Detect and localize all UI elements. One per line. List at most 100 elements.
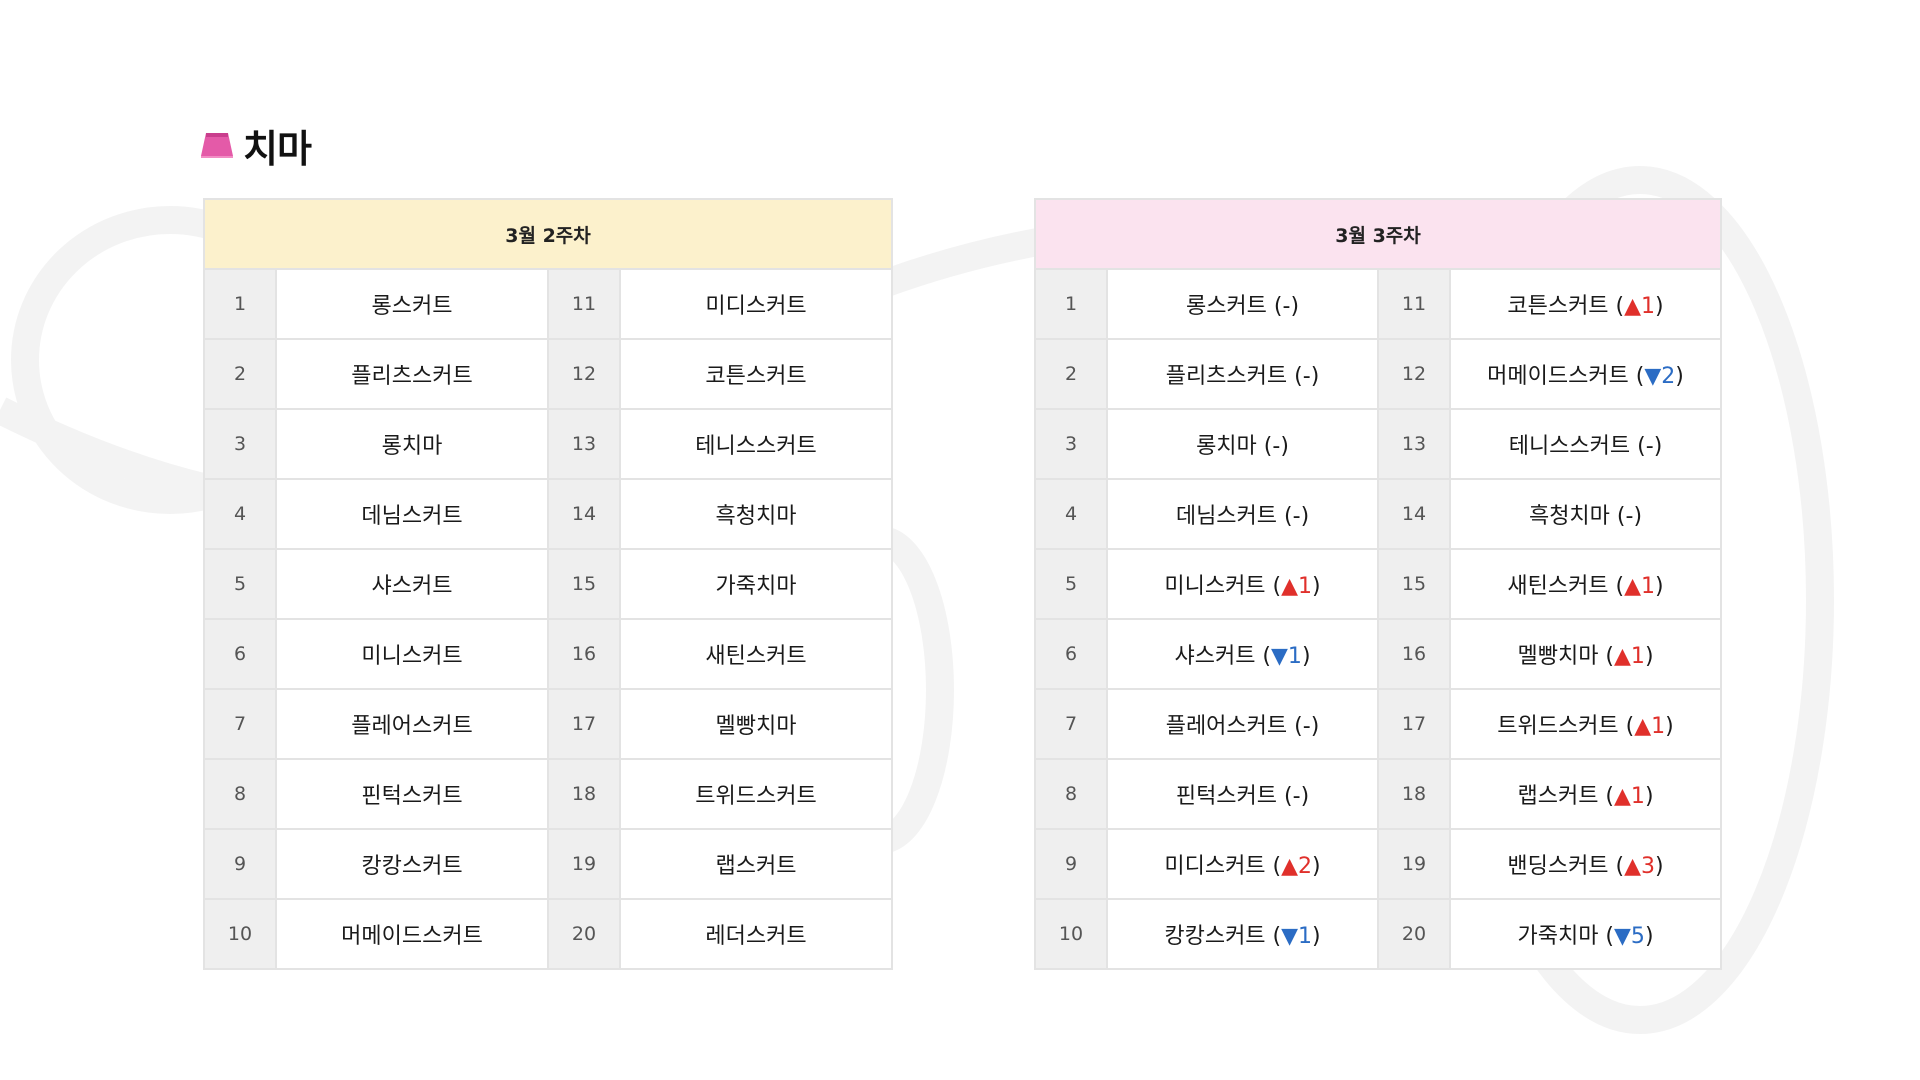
rank-number: 13 xyxy=(547,408,621,480)
item-name: 플리츠스커트 xyxy=(1165,364,1288,389)
item-cell: 핀턱스커트 (-) xyxy=(1106,758,1379,830)
item-name: 롱치마 xyxy=(381,434,443,459)
table-row: 7 플레어스커트 17 멜빵치마 xyxy=(203,688,893,760)
item-cell: 밴딩스커트 (▲3) xyxy=(1449,828,1722,900)
item-cell: 캉캉스커트 (▼1) xyxy=(1106,898,1379,970)
item-cell: 가죽치마 xyxy=(619,548,893,620)
table-row: 1 롱스커트 11 미디스커트 xyxy=(203,268,893,340)
table-row: 3 롱치마 13 테니스스커트 xyxy=(203,408,893,480)
rank-number: 11 xyxy=(1377,268,1451,340)
table-row: 10 캉캉스커트 (▼1) 20 가죽치마 (▼5) xyxy=(1034,898,1722,970)
item-cell: 플리츠스커트 xyxy=(275,338,549,410)
rank-number: 14 xyxy=(1377,478,1451,550)
item-cell: 머메이드스커트 xyxy=(275,898,549,970)
item-name: 새틴스커트 xyxy=(705,644,807,669)
rank-number: 1 xyxy=(1034,268,1108,340)
item-cell: 롱치마 xyxy=(275,408,549,480)
rank-number: 9 xyxy=(1034,828,1108,900)
item-cell: 코튼스커트 xyxy=(619,338,893,410)
table-row: 8 핀턱스커트 (-) 18 랩스커트 (▲1) xyxy=(1034,758,1722,830)
table-row: 3 롱치마 (-) 13 테니스스커트 (-) xyxy=(1034,408,1722,480)
table-row: 7 플레어스커트 (-) 17 트위드스커트 (▲1) xyxy=(1034,688,1722,760)
rank-change: ▲1 xyxy=(1634,714,1666,739)
item-name: 새틴스커트 xyxy=(1507,574,1609,599)
item-name: 코튼스커트 xyxy=(705,364,807,389)
item-name: 캉캉스커트 xyxy=(1164,924,1266,949)
rank-number: 5 xyxy=(1034,548,1108,620)
item-name: 가죽치마 xyxy=(1517,924,1599,949)
item-name: 롱스커트 xyxy=(371,294,453,319)
item-cell: 테니스스커트 (-) xyxy=(1449,408,1722,480)
rank-change: - xyxy=(1302,364,1311,389)
section-title: 치마 xyxy=(199,115,312,175)
rank-number: 3 xyxy=(203,408,277,480)
rank-number: 12 xyxy=(547,338,621,410)
item-name: 미니스커트 xyxy=(1164,574,1266,599)
rank-change: ▲1 xyxy=(1624,294,1656,319)
item-cell: 데님스커트 (-) xyxy=(1106,478,1379,550)
item-cell: 롱스커트 (-) xyxy=(1106,268,1379,340)
section-title-text: 치마 xyxy=(243,126,312,171)
item-cell: 멜빵치마 (▲1) xyxy=(1449,618,1722,690)
item-cell: 샤스커트 xyxy=(275,548,549,620)
table-row: 4 데님스커트 (-) 14 흑청치마 (-) xyxy=(1034,478,1722,550)
item-name: 캉캉스커트 xyxy=(361,854,463,879)
rank-change: - xyxy=(1292,784,1301,809)
rank-change: - xyxy=(1625,504,1634,529)
rank-number: 9 xyxy=(203,828,277,900)
rank-number: 16 xyxy=(547,618,621,690)
item-name: 데님스커트 xyxy=(361,504,463,529)
rank-number: 18 xyxy=(547,758,621,830)
item-cell: 롱치마 (-) xyxy=(1106,408,1379,480)
item-name: 랩스커트 xyxy=(1517,784,1599,809)
rank-change: ▲1 xyxy=(1281,574,1313,599)
item-name: 멜빵치마 xyxy=(715,714,797,739)
rank-number: 6 xyxy=(1034,618,1108,690)
rank-change: - xyxy=(1292,504,1301,529)
item-cell: 레더스커트 xyxy=(619,898,893,970)
item-cell: 새틴스커트 (▲1) xyxy=(1449,548,1722,620)
rank-change: ▲2 xyxy=(1281,854,1313,879)
week2-ranking-table: 3월 3주차 1 롱스커트 (-) 11 코튼스커트 (▲1) 2 플리츠스커트 (-) 1… xyxy=(1034,198,1722,970)
table-row: 10 머메이드스커트 20 레더스커트 xyxy=(203,898,893,970)
item-name: 롱치마 xyxy=(1196,434,1257,459)
item-name: 트위드스커트 xyxy=(1497,714,1619,739)
item-cell: 플리츠스커트 (-) xyxy=(1106,338,1379,410)
item-cell: 랩스커트 xyxy=(619,828,893,900)
item-name: 샤스커트 xyxy=(371,574,453,599)
item-cell: 흑청치마 (-) xyxy=(1449,478,1722,550)
rank-number: 16 xyxy=(1377,618,1451,690)
rank-number: 15 xyxy=(1377,548,1451,620)
table-row: 6 샤스커트 (▼1) 16 멜빵치마 (▲1) xyxy=(1034,618,1722,690)
item-cell: 멜빵치마 xyxy=(619,688,893,760)
item-cell: 샤스커트 (▼1) xyxy=(1106,618,1379,690)
rank-change: ▼1 xyxy=(1281,924,1313,949)
item-cell: 캉캉스커트 xyxy=(275,828,549,900)
item-name: 코튼스커트 xyxy=(1507,294,1609,319)
rank-number: 2 xyxy=(203,338,277,410)
skirt-icon xyxy=(201,133,233,158)
table-row: 2 플리츠스커트 12 코튼스커트 xyxy=(203,338,893,410)
item-name: 샤스커트 xyxy=(1174,644,1256,669)
rank-number: 6 xyxy=(203,618,277,690)
rank-number: 5 xyxy=(203,548,277,620)
rank-change: ▲1 xyxy=(1624,574,1656,599)
table-row: 9 미디스커트 (▲2) 19 밴딩스커트 (▲3) xyxy=(1034,828,1722,900)
item-name: 밴딩스커트 xyxy=(1507,854,1609,879)
item-cell: 가죽치마 (▼5) xyxy=(1449,898,1722,970)
item-cell: 코튼스커트 (▲1) xyxy=(1449,268,1722,340)
item-name: 머메이드스커트 xyxy=(1487,364,1629,389)
item-name: 핀턱스커트 xyxy=(361,784,463,809)
item-name: 랩스커트 xyxy=(715,854,797,879)
rank-number: 15 xyxy=(547,548,621,620)
rank-change: ▲1 xyxy=(1614,784,1645,809)
rank-change: - xyxy=(1645,434,1654,459)
item-cell: 테니스스커트 xyxy=(619,408,893,480)
rank-change: - xyxy=(1272,434,1281,459)
rank-number: 10 xyxy=(1034,898,1108,970)
rank-number: 19 xyxy=(1377,828,1451,900)
rank-number: 11 xyxy=(547,268,621,340)
week2-header: 3월 3주차 xyxy=(1034,198,1722,270)
week1-header: 3월 2주차 xyxy=(203,198,893,270)
rank-change: ▲1 xyxy=(1614,644,1645,669)
